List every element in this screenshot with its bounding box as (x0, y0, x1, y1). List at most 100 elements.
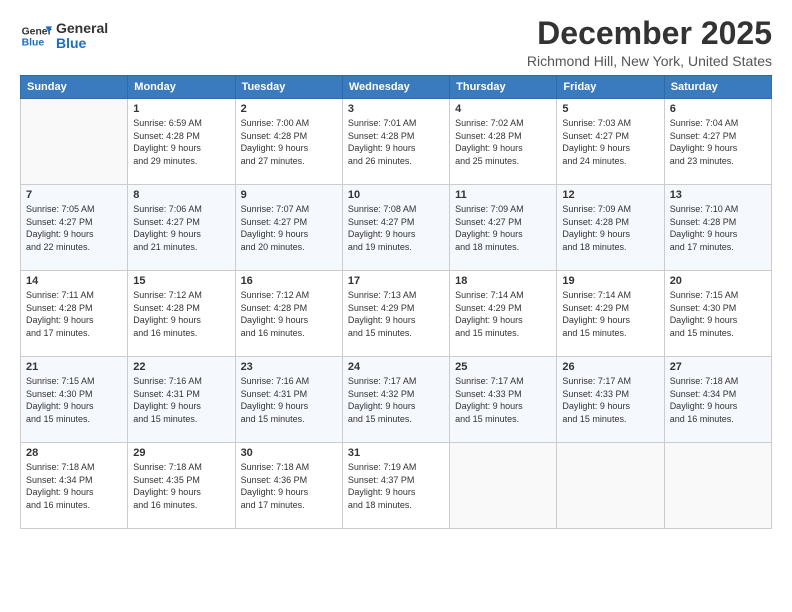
calendar-cell: 6 Sunrise: 7:04 AM Sunset: 4:27 PM Daylig… (664, 99, 771, 185)
weekday-header-tuesday: Tuesday (235, 76, 342, 99)
calendar-cell (557, 443, 664, 529)
day-info: Sunrise: 7:08 AM Sunset: 4:27 PM Dayligh… (348, 203, 444, 253)
calendar-cell: 11Sunrise: 7:09 AM Sunset: 4:27 PM Dayli… (450, 185, 557, 271)
day-number: 11 (455, 189, 551, 201)
logo: General Blue General Blue (20, 20, 108, 52)
calendar-cell (450, 443, 557, 529)
day-info: Sunrise: 7:05 AM Sunset: 4:27 PM Dayligh… (26, 203, 122, 253)
weekday-header-wednesday: Wednesday (342, 76, 449, 99)
day-number: 19 (562, 275, 658, 287)
day-number: 9 (241, 189, 337, 201)
weekday-header-saturday: Saturday (664, 76, 771, 99)
calendar-cell: 24 Sunrise: 7:17 AM Sunset: 4:32 PM Dayli… (342, 357, 449, 443)
day-info: Sunrise: 7:14 AM Sunset: 4:29 PM Dayligh… (562, 289, 658, 339)
day-number: 17 (348, 275, 444, 287)
day-number: 21 (26, 361, 122, 373)
day-number: 26 (562, 361, 658, 373)
day-info: Sunrise: 7:15 AM Sunset: 4:30 PM Dayligh… (26, 375, 122, 425)
weekday-header-row: SundayMondayTuesdayWednesdayThursdayFrid… (21, 76, 772, 99)
day-number: 4 (455, 103, 551, 115)
calendar-cell: 12 Sunrise: 7:09 AM Sunset: 4:28 PM Dayli… (557, 185, 664, 271)
calendar-cell: 27Sunrise: 7:18 AM Sunset: 4:34 PM Dayli… (664, 357, 771, 443)
day-info: Sunrise: 7:12 AM Sunset: 4:28 PM Dayligh… (241, 289, 337, 339)
day-number: 3 (348, 103, 444, 115)
day-info: Sunrise: 7:07 AM Sunset: 4:27 PM Dayligh… (241, 203, 337, 253)
month-title: December 2025 (527, 16, 772, 51)
day-info: Sunrise: 6:59 AM Sunset: 4:28 PM Dayligh… (133, 117, 229, 167)
day-number: 18 (455, 275, 551, 287)
day-info: Sunrise: 7:09 AM Sunset: 4:28 PM Dayligh… (562, 203, 658, 253)
calendar-table: SundayMondayTuesdayWednesdayThursdayFrid… (20, 75, 772, 529)
logo-icon: General Blue (20, 20, 52, 52)
day-info: Sunrise: 7:16 AM Sunset: 4:31 PM Dayligh… (133, 375, 229, 425)
day-number: 8 (133, 189, 229, 201)
weekday-header-thursday: Thursday (450, 76, 557, 99)
calendar-cell: 10 Sunrise: 7:08 AM Sunset: 4:27 PM Dayli… (342, 185, 449, 271)
day-number: 15 (133, 275, 229, 287)
calendar-cell: 22 Sunrise: 7:16 AM Sunset: 4:31 PM Dayli… (128, 357, 235, 443)
week-row-1: 1 Sunrise: 6:59 AM Sunset: 4:28 PM Daylig… (21, 99, 772, 185)
day-number: 2 (241, 103, 337, 115)
weekday-header-sunday: Sunday (21, 76, 128, 99)
day-number: 7 (26, 189, 122, 201)
day-number: 12 (562, 189, 658, 201)
calendar-cell: 19 Sunrise: 7:14 AM Sunset: 4:29 PM Dayli… (557, 271, 664, 357)
day-info: Sunrise: 7:16 AM Sunset: 4:31 PM Dayligh… (241, 375, 337, 425)
day-info: Sunrise: 7:02 AM Sunset: 4:28 PM Dayligh… (455, 117, 551, 167)
day-info: Sunrise: 7:19 AM Sunset: 4:37 PM Dayligh… (348, 461, 444, 511)
week-row-2: 7 Sunrise: 7:05 AM Sunset: 4:27 PM Daylig… (21, 185, 772, 271)
calendar-cell: 30Sunrise: 7:18 AM Sunset: 4:36 PM Dayli… (235, 443, 342, 529)
day-number: 1 (133, 103, 229, 115)
calendar-cell: 18 Sunrise: 7:14 AM Sunset: 4:29 PM Dayli… (450, 271, 557, 357)
calendar-cell: 13Sunrise: 7:10 AM Sunset: 4:28 PM Dayli… (664, 185, 771, 271)
week-row-4: 21 Sunrise: 7:15 AM Sunset: 4:30 PM Dayli… (21, 357, 772, 443)
location-title: Richmond Hill, New York, United States (527, 53, 772, 69)
page: General Blue General Blue December 2025 … (0, 0, 792, 612)
day-info: Sunrise: 7:17 AM Sunset: 4:33 PM Dayligh… (455, 375, 551, 425)
logo-line2: Blue (56, 36, 108, 51)
calendar-cell: 9 Sunrise: 7:07 AM Sunset: 4:27 PM Daylig… (235, 185, 342, 271)
day-info: Sunrise: 7:15 AM Sunset: 4:30 PM Dayligh… (670, 289, 766, 339)
calendar-cell: 26 Sunrise: 7:17 AM Sunset: 4:33 PM Dayli… (557, 357, 664, 443)
day-info: Sunrise: 7:03 AM Sunset: 4:27 PM Dayligh… (562, 117, 658, 167)
calendar-cell: 17 Sunrise: 7:13 AM Sunset: 4:29 PM Dayli… (342, 271, 449, 357)
day-info: Sunrise: 7:18 AM Sunset: 4:34 PM Dayligh… (26, 461, 122, 511)
calendar-cell: 8 Sunrise: 7:06 AM Sunset: 4:27 PM Daylig… (128, 185, 235, 271)
day-info: Sunrise: 7:18 AM Sunset: 4:35 PM Dayligh… (133, 461, 229, 511)
week-row-3: 14Sunrise: 7:11 AM Sunset: 4:28 PM Dayli… (21, 271, 772, 357)
day-info: Sunrise: 7:14 AM Sunset: 4:29 PM Dayligh… (455, 289, 551, 339)
day-number: 28 (26, 447, 122, 459)
day-info: Sunrise: 7:17 AM Sunset: 4:33 PM Dayligh… (562, 375, 658, 425)
calendar-cell: 4 Sunrise: 7:02 AM Sunset: 4:28 PM Daylig… (450, 99, 557, 185)
day-number: 16 (241, 275, 337, 287)
calendar-cell: 16 Sunrise: 7:12 AM Sunset: 4:28 PM Dayli… (235, 271, 342, 357)
calendar-cell (21, 99, 128, 185)
day-number: 30 (241, 447, 337, 459)
calendar-cell: 14Sunrise: 7:11 AM Sunset: 4:28 PM Dayli… (21, 271, 128, 357)
day-number: 24 (348, 361, 444, 373)
calendar-cell: 15 Sunrise: 7:12 AM Sunset: 4:28 PM Dayli… (128, 271, 235, 357)
calendar-cell: 25Sunrise: 7:17 AM Sunset: 4:33 PM Dayli… (450, 357, 557, 443)
day-info: Sunrise: 7:04 AM Sunset: 4:27 PM Dayligh… (670, 117, 766, 167)
calendar-cell: 5Sunrise: 7:03 AM Sunset: 4:27 PM Daylig… (557, 99, 664, 185)
day-number: 29 (133, 447, 229, 459)
logo-line1: General (56, 21, 108, 36)
day-info: Sunrise: 7:13 AM Sunset: 4:29 PM Dayligh… (348, 289, 444, 339)
day-number: 6 (670, 103, 766, 115)
day-info: Sunrise: 7:00 AM Sunset: 4:28 PM Dayligh… (241, 117, 337, 167)
calendar-cell: 1 Sunrise: 6:59 AM Sunset: 4:28 PM Daylig… (128, 99, 235, 185)
day-number: 23 (241, 361, 337, 373)
day-info: Sunrise: 7:11 AM Sunset: 4:28 PM Dayligh… (26, 289, 122, 339)
day-info: Sunrise: 7:06 AM Sunset: 4:27 PM Dayligh… (133, 203, 229, 253)
day-info: Sunrise: 7:17 AM Sunset: 4:32 PM Dayligh… (348, 375, 444, 425)
week-row-5: 28 Sunrise: 7:18 AM Sunset: 4:34 PM Dayli… (21, 443, 772, 529)
day-number: 20 (670, 275, 766, 287)
calendar-cell: 31Sunrise: 7:19 AM Sunset: 4:37 PM Dayli… (342, 443, 449, 529)
day-number: 22 (133, 361, 229, 373)
day-number: 13 (670, 189, 766, 201)
calendar-cell: 23 Sunrise: 7:16 AM Sunset: 4:31 PM Dayli… (235, 357, 342, 443)
header-area: General Blue General Blue December 2025 … (20, 16, 772, 69)
day-number: 10 (348, 189, 444, 201)
calendar-cell (664, 443, 771, 529)
day-info: Sunrise: 7:12 AM Sunset: 4:28 PM Dayligh… (133, 289, 229, 339)
